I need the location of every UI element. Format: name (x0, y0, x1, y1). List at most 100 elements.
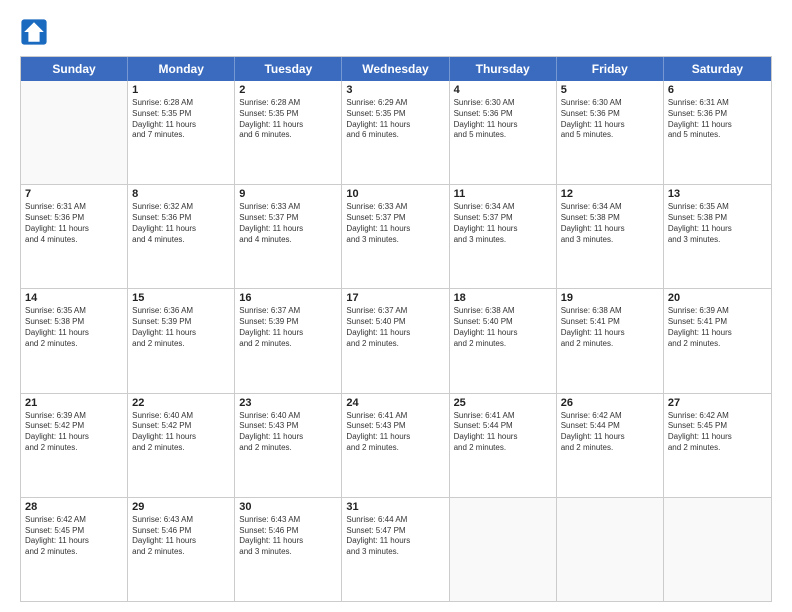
day-number: 6 (668, 84, 767, 96)
day-info: Sunrise: 6:35 AM Sunset: 5:38 PM Dayligh… (668, 202, 767, 245)
day-info: Sunrise: 6:38 AM Sunset: 5:40 PM Dayligh… (454, 306, 552, 349)
day-info: Sunrise: 6:39 AM Sunset: 5:42 PM Dayligh… (25, 411, 123, 454)
day-number: 26 (561, 397, 659, 409)
day-info: Sunrise: 6:39 AM Sunset: 5:41 PM Dayligh… (668, 306, 767, 349)
day-info: Sunrise: 6:41 AM Sunset: 5:44 PM Dayligh… (454, 411, 552, 454)
day-cell-7: 7 Sunrise: 6:31 AM Sunset: 5:36 PM Daylig… (21, 185, 128, 288)
day-info: Sunrise: 6:31 AM Sunset: 5:36 PM Dayligh… (25, 202, 123, 245)
day-number: 25 (454, 397, 552, 409)
header (20, 18, 772, 46)
day-info: Sunrise: 6:36 AM Sunset: 5:39 PM Dayligh… (132, 306, 230, 349)
logo (20, 18, 52, 46)
day-cell-8: 8 Sunrise: 6:32 AM Sunset: 5:36 PM Daylig… (128, 185, 235, 288)
empty-cell (664, 498, 771, 601)
day-cell-11: 11Sunrise: 6:34 AM Sunset: 5:37 PM Dayli… (450, 185, 557, 288)
day-number: 14 (25, 292, 123, 304)
day-info: Sunrise: 6:34 AM Sunset: 5:38 PM Dayligh… (561, 202, 659, 245)
day-number: 13 (668, 188, 767, 200)
day-cell-18: 18 Sunrise: 6:38 AM Sunset: 5:40 PM Dayli… (450, 289, 557, 392)
day-info: Sunrise: 6:33 AM Sunset: 5:37 PM Dayligh… (239, 202, 337, 245)
day-number: 12 (561, 188, 659, 200)
day-cell-2: 2Sunrise: 6:28 AM Sunset: 5:35 PM Daylig… (235, 81, 342, 184)
day-cell-24: 24Sunrise: 6:41 AM Sunset: 5:43 PM Dayli… (342, 394, 449, 497)
day-number: 23 (239, 397, 337, 409)
day-info: Sunrise: 6:44 AM Sunset: 5:47 PM Dayligh… (346, 515, 444, 558)
day-number: 10 (346, 188, 444, 200)
day-cell-27: 27 Sunrise: 6:42 AM Sunset: 5:45 PM Dayli… (664, 394, 771, 497)
day-cell-15: 15Sunrise: 6:36 AM Sunset: 5:39 PM Dayli… (128, 289, 235, 392)
day-cell-23: 23 Sunrise: 6:40 AM Sunset: 5:43 PM Dayli… (235, 394, 342, 497)
day-number: 16 (239, 292, 337, 304)
header-day-saturday: Saturday (664, 57, 771, 81)
day-number: 5 (561, 84, 659, 96)
day-cell-10: 10 Sunrise: 6:33 AM Sunset: 5:37 PM Dayli… (342, 185, 449, 288)
day-number: 20 (668, 292, 767, 304)
day-cell-5: 5 Sunrise: 6:30 AM Sunset: 5:36 PM Daylig… (557, 81, 664, 184)
day-info: Sunrise: 6:42 AM Sunset: 5:45 PM Dayligh… (668, 411, 767, 454)
day-cell-13: 13 Sunrise: 6:35 AM Sunset: 5:38 PM Dayli… (664, 185, 771, 288)
calendar-row-1: 7 Sunrise: 6:31 AM Sunset: 5:36 PM Daylig… (21, 185, 771, 289)
calendar-row-3: 21 Sunrise: 6:39 AM Sunset: 5:42 PM Dayli… (21, 394, 771, 498)
header-day-friday: Friday (557, 57, 664, 81)
day-number: 18 (454, 292, 552, 304)
day-number: 28 (25, 501, 123, 513)
day-cell-28: 28Sunrise: 6:42 AM Sunset: 5:45 PM Dayli… (21, 498, 128, 601)
day-number: 17 (346, 292, 444, 304)
day-info: Sunrise: 6:33 AM Sunset: 5:37 PM Dayligh… (346, 202, 444, 245)
day-number: 9 (239, 188, 337, 200)
header-day-wednesday: Wednesday (342, 57, 449, 81)
day-number: 8 (132, 188, 230, 200)
day-info: Sunrise: 6:40 AM Sunset: 5:43 PM Dayligh… (239, 411, 337, 454)
day-cell-19: 19Sunrise: 6:38 AM Sunset: 5:41 PM Dayli… (557, 289, 664, 392)
day-cell-31: 31 Sunrise: 6:44 AM Sunset: 5:47 PM Dayli… (342, 498, 449, 601)
day-number: 7 (25, 188, 123, 200)
day-cell-9: 9 Sunrise: 6:33 AM Sunset: 5:37 PM Daylig… (235, 185, 342, 288)
day-info: Sunrise: 6:42 AM Sunset: 5:44 PM Dayligh… (561, 411, 659, 454)
day-number: 24 (346, 397, 444, 409)
day-cell-29: 29 Sunrise: 6:43 AM Sunset: 5:46 PM Dayli… (128, 498, 235, 601)
day-cell-16: 16 Sunrise: 6:37 AM Sunset: 5:39 PM Dayli… (235, 289, 342, 392)
day-cell-3: 3Sunrise: 6:29 AM Sunset: 5:35 PM Daylig… (342, 81, 449, 184)
day-number: 30 (239, 501, 337, 513)
day-number: 3 (346, 84, 444, 96)
day-info: Sunrise: 6:32 AM Sunset: 5:36 PM Dayligh… (132, 202, 230, 245)
day-info: Sunrise: 6:37 AM Sunset: 5:39 PM Dayligh… (239, 306, 337, 349)
calendar-header: SundayMondayTuesdayWednesdayThursdayFrid… (21, 57, 771, 81)
day-info: Sunrise: 6:37 AM Sunset: 5:40 PM Dayligh… (346, 306, 444, 349)
day-cell-22: 22 Sunrise: 6:40 AM Sunset: 5:42 PM Dayli… (128, 394, 235, 497)
day-cell-30: 30 Sunrise: 6:43 AM Sunset: 5:46 PM Dayli… (235, 498, 342, 601)
calendar-row-0: 1 Sunrise: 6:28 AM Sunset: 5:35 PM Daylig… (21, 81, 771, 185)
day-number: 19 (561, 292, 659, 304)
page: SundayMondayTuesdayWednesdayThursdayFrid… (0, 0, 792, 612)
logo-icon (20, 18, 48, 46)
day-info: Sunrise: 6:30 AM Sunset: 5:36 PM Dayligh… (454, 98, 552, 141)
day-number: 21 (25, 397, 123, 409)
day-cell-1: 1 Sunrise: 6:28 AM Sunset: 5:35 PM Daylig… (128, 81, 235, 184)
day-cell-20: 20 Sunrise: 6:39 AM Sunset: 5:41 PM Dayli… (664, 289, 771, 392)
day-info: Sunrise: 6:43 AM Sunset: 5:46 PM Dayligh… (132, 515, 230, 558)
day-number: 31 (346, 501, 444, 513)
day-cell-25: 25 Sunrise: 6:41 AM Sunset: 5:44 PM Dayli… (450, 394, 557, 497)
day-number: 22 (132, 397, 230, 409)
calendar-row-4: 28Sunrise: 6:42 AM Sunset: 5:45 PM Dayli… (21, 498, 771, 601)
empty-cell (21, 81, 128, 184)
day-info: Sunrise: 6:28 AM Sunset: 5:35 PM Dayligh… (132, 98, 230, 141)
day-info: Sunrise: 6:28 AM Sunset: 5:35 PM Dayligh… (239, 98, 337, 141)
day-info: Sunrise: 6:30 AM Sunset: 5:36 PM Dayligh… (561, 98, 659, 141)
day-number: 27 (668, 397, 767, 409)
header-day-thursday: Thursday (450, 57, 557, 81)
calendar: SundayMondayTuesdayWednesdayThursdayFrid… (20, 56, 772, 602)
day-cell-12: 12 Sunrise: 6:34 AM Sunset: 5:38 PM Dayli… (557, 185, 664, 288)
day-cell-26: 26 Sunrise: 6:42 AM Sunset: 5:44 PM Dayli… (557, 394, 664, 497)
day-info: Sunrise: 6:40 AM Sunset: 5:42 PM Dayligh… (132, 411, 230, 454)
day-number: 1 (132, 84, 230, 96)
day-cell-17: 17 Sunrise: 6:37 AM Sunset: 5:40 PM Dayli… (342, 289, 449, 392)
day-info: Sunrise: 6:35 AM Sunset: 5:38 PM Dayligh… (25, 306, 123, 349)
day-number: 29 (132, 501, 230, 513)
day-cell-14: 14 Sunrise: 6:35 AM Sunset: 5:38 PM Dayli… (21, 289, 128, 392)
header-day-monday: Monday (128, 57, 235, 81)
empty-cell (557, 498, 664, 601)
header-day-sunday: Sunday (21, 57, 128, 81)
calendar-body: 1 Sunrise: 6:28 AM Sunset: 5:35 PM Daylig… (21, 81, 771, 601)
day-info: Sunrise: 6:43 AM Sunset: 5:46 PM Dayligh… (239, 515, 337, 558)
